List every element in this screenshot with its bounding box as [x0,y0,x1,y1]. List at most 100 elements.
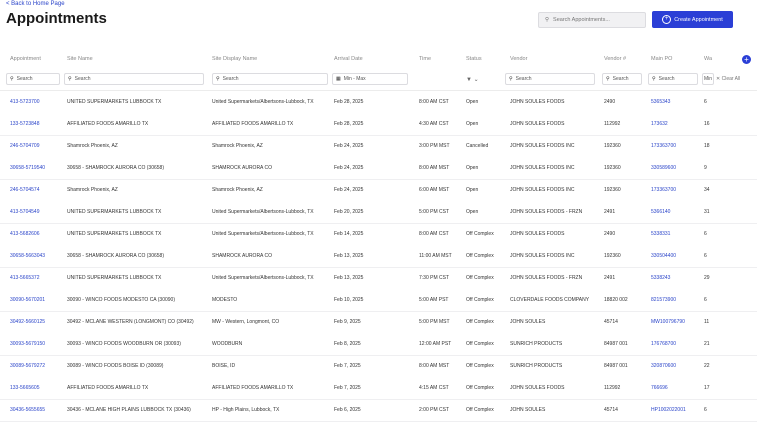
cell-appointment[interactable]: 30093-5679150 [10,341,45,347]
table-row[interactable]: 30492-5660125 30492 - MCLANE WESTERN (LON… [0,311,757,334]
table-row[interactable]: 246-5704709 Shamrock Phoenix, AZ Shamrock … [0,135,757,158]
header-site-name[interactable]: Site Name [67,56,93,62]
cell-vendor: JOHN SOULES FOODS INC [510,165,575,171]
cell-appointment[interactable]: 30658-5719540 [10,165,45,171]
table-row[interactable]: 30436-5655655 30436 - MCLANE HIGH PLAINS … [0,399,757,422]
cell-appointment[interactable]: 413-5704549 [10,209,39,215]
cell-status: Open [466,165,479,171]
cell-time: 6:00 AM MST [419,187,450,193]
cell-appointment[interactable]: 413-5682606 [10,231,39,237]
filter-vendor-input[interactable]: ⚲ Search [505,73,595,85]
cell-main-po[interactable]: 176768700 [651,341,676,347]
filter-site-display-name-input[interactable]: ⚲ Search [212,73,328,85]
cell-vendor: JOHN SOULES FOODS [510,231,565,237]
header-appointment[interactable]: Appointment [10,56,41,62]
header-wa[interactable]: Wa [704,56,712,62]
filter-site-name-input[interactable]: ⚲ Search [64,73,204,85]
search-appointments-input[interactable]: ⚲ Search Appointments... [538,12,646,28]
header-vendor-number[interactable]: Vendor # [604,56,626,62]
back-to-home-link[interactable]: < Back to Home Page [6,1,65,7]
cell-appointment[interactable]: 30492-5660125 [10,319,45,325]
cell-main-po[interactable]: 330589600 [651,165,676,171]
calendar-icon: ▦ [336,76,341,82]
cell-main-po[interactable]: 821573900 [651,297,676,303]
table-row[interactable]: 133-5665605 AFFILIATED FOODS AMARILLO TX A… [0,377,757,400]
cell-site-display-name: AFFILIATED FOODS AMARILLO TX [212,385,294,391]
table-row[interactable]: 30658-5663043 30658 - SHAMROCK AURORA CO … [0,245,757,268]
cell-vendor: JOHN SOULES FOODS INC [510,187,575,193]
header-time[interactable]: Time [419,56,431,62]
cell-vendor-number: 2491 [604,209,616,215]
clear-all-button[interactable]: ✕ Clear All [716,76,740,82]
table-row[interactable]: 30658-5719540 30658 - SHAMROCK AURORA CO … [0,157,757,180]
table-row[interactable]: 30089-5679272 30089 - WINCO FOODS BOISE I… [0,355,757,378]
filter-wa-min-input[interactable]: Min [702,73,714,85]
filter-appointment-input[interactable]: ⚲ Search [6,73,60,85]
plus-circle-icon: + [662,15,672,24]
cell-site-name: AFFILIATED FOODS AMARILLO TX [67,385,149,391]
cell-main-po[interactable]: 5338331 [651,231,670,237]
cell-site-name: UNITED SUPERMARKETS LUBBOCK TX [67,231,162,237]
table-row[interactable]: 413-5665372 UNITED SUPERMARKETS LUBBOCK T… [0,267,757,290]
cell-status: Off Complex [466,319,494,325]
cell-main-po[interactable]: 173363700 [651,187,676,193]
cell-appointment[interactable]: 133-5665605 [10,385,39,391]
cell-appointment[interactable]: 413-5723700 [10,99,39,105]
cell-vendor: JOHN SOULES FOODS [510,121,565,127]
page-title: Appointments [6,10,107,27]
table-row[interactable]: 30093-5679150 30093 - WINCO FOODS WOODBUR… [0,333,757,356]
cell-wa: 18 [704,143,710,149]
filter-vendor-number-input[interactable]: ⚲ Search [602,73,642,85]
filter-main-po-input[interactable]: ⚲ Search [648,73,698,85]
header-vendor[interactable]: Vendor [510,56,527,62]
table-row[interactable]: 30090-5670201 30090 - WINCO FOODS MODESTO… [0,289,757,312]
cell-vendor: JOHN SOULES FOODS [510,385,565,391]
cell-status: Off Complex [466,297,494,303]
cell-main-po[interactable]: 330504400 [651,253,676,259]
cell-main-po[interactable]: MW100796790 [651,319,685,325]
header-main-po[interactable]: Main PO [651,56,672,62]
table-row[interactable]: 246-5704574 Shamrock Phoenix, AZ Shamrock … [0,179,757,202]
cell-time: 5:00 PM MST [419,319,450,325]
cell-site-display-name: United Supermarkets/Albertsons-Lubbock, … [212,209,314,215]
cell-vendor: JOHN SOULES [510,407,546,413]
table-row[interactable]: 413-5723700 UNITED SUPERMARKETS LUBBOCK T… [0,91,757,114]
cell-time: 8:00 AM MST [419,165,450,171]
cell-appointment[interactable]: 30436-5655655 [10,407,45,413]
cell-arrival-date: Feb 9, 2025 [334,319,361,325]
cell-main-po[interactable]: 173632 [651,121,668,127]
cell-appointment[interactable]: 246-5704709 [10,143,39,149]
cell-main-po[interactable]: 320870600 [651,363,676,369]
table-row[interactable]: 413-5682606 UNITED SUPERMARKETS LUBBOCK T… [0,223,757,246]
cell-main-po[interactable]: 5338243 [651,275,670,281]
cell-main-po[interactable]: 766696 [651,385,668,391]
cell-appointment[interactable]: 30089-5679272 [10,363,45,369]
cell-arrival-date: Feb 24, 2025 [334,143,364,149]
cell-appointment[interactable]: 413-5665372 [10,275,39,281]
header-site-display-name[interactable]: Site Display Name [212,56,257,62]
table-row[interactable]: 413-5704549 UNITED SUPERMARKETS LUBBOCK T… [0,201,757,224]
cell-vendor-number: 84987 001 [604,341,628,347]
header-status[interactable]: Status [466,56,482,62]
cell-appointment[interactable]: 30090-5670201 [10,297,45,303]
cell-status: Open [466,209,479,215]
cell-wa: 11 [704,319,710,325]
create-appointment-button[interactable]: + Create Appointment [652,11,733,28]
header-arrival-date[interactable]: Arrival Date [334,56,363,62]
cell-site-name: 30658 - SHAMROCK AURORA CO (30658) [67,165,164,171]
cell-vendor-number: 45714 [604,407,618,413]
filter-date-range-input[interactable]: ▦ Min - Max [332,73,408,85]
cell-main-po[interactable]: 5366140 [651,209,670,215]
cell-main-po[interactable]: HP1002022001 [651,407,686,413]
cell-time: 3:00 PM MST [419,143,450,149]
cell-appointment[interactable]: 246-5704574 [10,187,39,193]
cell-main-po[interactable]: 5365343 [651,99,670,105]
cell-main-po[interactable]: 173363700 [651,143,676,149]
cell-arrival-date: Feb 8, 2025 [334,341,361,347]
cell-site-display-name: United Supermarkets/Albertsons-Lubbock, … [212,99,314,105]
search-icon: ⚲ [68,76,72,82]
status-filter-icon[interactable]: ▼ ⌄ [466,76,479,83]
cell-appointment[interactable]: 30658-5663043 [10,253,45,259]
cell-appointment[interactable]: 133-5723848 [10,121,39,127]
table-row[interactable]: 133-5723848 AFFILIATED FOODS AMARILLO TX A… [0,113,757,136]
